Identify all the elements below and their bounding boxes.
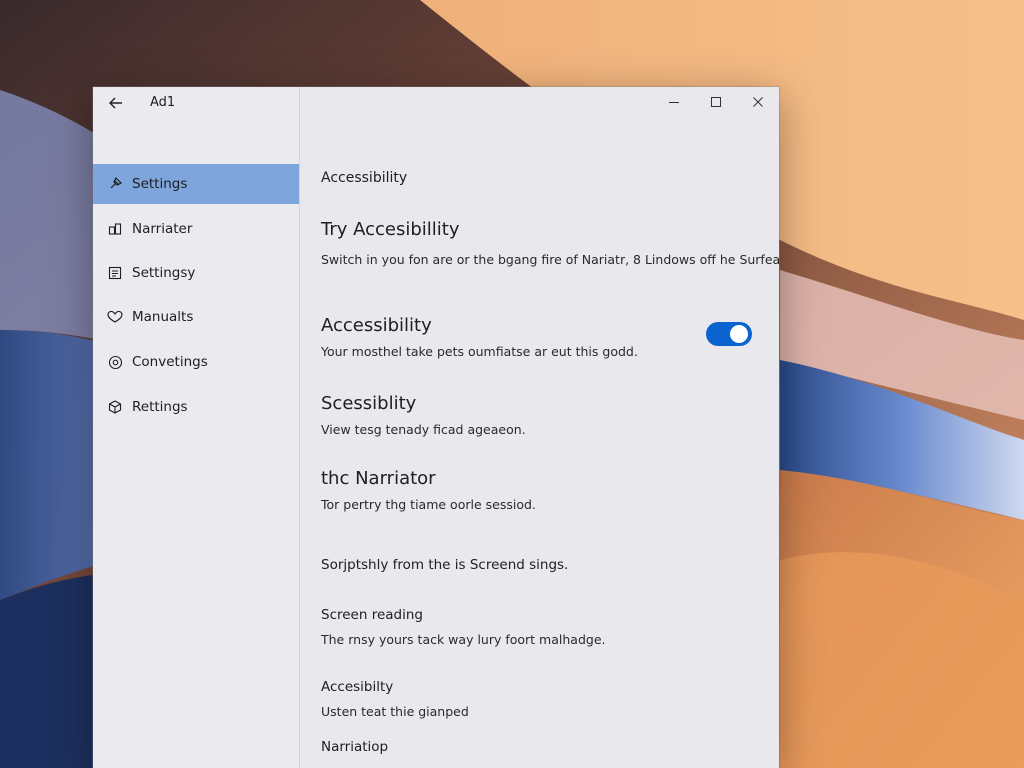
section-description: Tor pertry thg tiame oorle sessiod. <box>321 497 536 512</box>
heart-icon <box>107 309 123 325</box>
sidebar: Ad1 Settings Narriater Settingsy Manualt… <box>93 87 300 768</box>
section-heading: Accessibility <box>321 315 432 336</box>
sidebar-item-label: Rettings <box>132 399 188 415</box>
section-subheading: Narriatiop <box>321 739 389 755</box>
close-button[interactable] <box>737 87 779 117</box>
section-description: Usten teat thie gianped <box>321 704 469 719</box>
section-subheading: Screen reading <box>321 607 423 623</box>
titlebar-left: Ad1 <box>93 87 299 119</box>
maximize-button[interactable] <box>695 87 737 117</box>
sidebar-item-label: Narriater <box>132 221 193 237</box>
pin-icon <box>107 176 123 192</box>
section-heading: Try Accesibillity <box>321 219 460 240</box>
section-heading: Scessiblity <box>321 393 417 414</box>
sidebar-item-label: Settings <box>132 176 188 192</box>
sidebar-item-narriater[interactable]: Narriater <box>93 209 299 249</box>
maximize-icon <box>711 97 721 107</box>
sidebar-item-manualts[interactable]: Manualts <box>93 297 299 337</box>
gear-icon <box>107 354 123 370</box>
app-title: Ad1 <box>150 95 176 110</box>
section-description: Your mosthel take pets oumfiatse ar eut … <box>321 344 638 359</box>
narrator-icon <box>107 221 123 237</box>
section-description: Switch in you fon are or the bgang fire … <box>321 252 779 267</box>
sidebar-item-convetings[interactable]: Convetings <box>93 342 299 382</box>
sidebar-item-label: Convetings <box>132 354 208 370</box>
section-subheading: Sorjptshly from the is Screend sings. <box>321 557 569 573</box>
back-arrow-icon <box>109 97 122 109</box>
main-content: Accessibility Try Accesibillity Switch i… <box>300 87 779 768</box>
sidebar-item-label: Manualts <box>132 309 194 325</box>
sidebar-item-settings[interactable]: Settings <box>93 164 299 204</box>
accessibility-toggle[interactable] <box>706 322 752 346</box>
section-heading: thc Narriator <box>321 468 436 489</box>
minimize-icon <box>669 102 679 103</box>
list-icon <box>107 265 123 281</box>
close-icon <box>753 97 763 107</box>
section-subheading: Accesibilty <box>321 679 394 695</box>
sidebar-item-label: Settingsy <box>132 265 196 281</box>
settings-window: Ad1 Settings Narriater Settingsy Manualt… <box>93 87 779 768</box>
page-title: Accessibility <box>321 170 408 186</box>
sidebar-item-rettings[interactable]: Rettings <box>93 387 299 427</box>
section-description: The rnsy yours tack way lury foort malha… <box>321 632 606 647</box>
back-button[interactable] <box>105 93 127 113</box>
sidebar-item-settingsy[interactable]: Settingsy <box>93 253 299 293</box>
cube-icon <box>107 399 123 415</box>
section-description: View tesg tenady ficad ageaeon. <box>321 422 526 437</box>
window-controls <box>653 87 779 117</box>
toggle-knob <box>730 325 748 343</box>
minimize-button[interactable] <box>653 87 695 117</box>
